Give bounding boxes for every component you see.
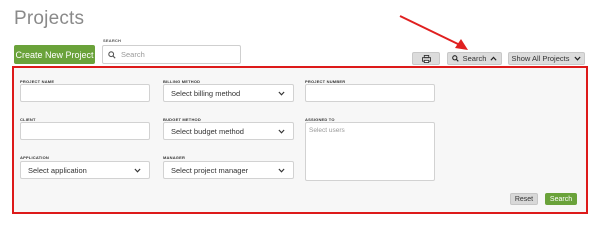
project-number-field[interactable]	[305, 84, 435, 102]
create-project-button[interactable]: Create New Project	[14, 45, 95, 64]
search-icon	[451, 55, 459, 62]
application-select-value: Select application	[28, 165, 87, 175]
chevron-down-icon	[278, 91, 285, 96]
application-label: APPLICATION	[20, 155, 50, 160]
show-all-projects-label: Show All Projects	[511, 54, 570, 63]
chevron-down-icon	[134, 168, 141, 173]
search-submit-button[interactable]: Search	[545, 193, 577, 205]
chevron-down-icon	[574, 56, 582, 61]
billing-method-select[interactable]: Select billing method	[163, 84, 294, 102]
search-icon	[108, 50, 116, 59]
billing-method-select-value: Select billing method	[171, 88, 241, 98]
search-toggle-label: Search	[462, 54, 487, 63]
project-name-field[interactable]	[20, 84, 150, 102]
page-title: Projects	[14, 8, 85, 29]
print-button[interactable]	[412, 52, 440, 65]
manager-label: MANAGER	[163, 155, 186, 160]
chevron-up-icon	[490, 56, 497, 61]
chevron-down-icon	[278, 168, 285, 173]
show-all-projects-dropdown[interactable]: Show All Projects	[508, 52, 585, 65]
search-box[interactable]	[102, 45, 241, 64]
budget-method-select[interactable]: Select budget method	[163, 122, 294, 140]
chevron-down-icon	[278, 129, 285, 134]
manager-select[interactable]: Select project manager	[163, 161, 294, 179]
search-toggle-button[interactable]: Search	[447, 52, 502, 65]
search-input[interactable]	[121, 50, 231, 59]
search-caption: SEARCH	[103, 38, 122, 43]
assigned-to-select[interactable]: Select users	[305, 122, 435, 181]
budget-method-select-value: Select budget method	[171, 126, 244, 136]
manager-select-value: Select project manager	[171, 165, 249, 175]
application-select[interactable]: Select application	[20, 161, 150, 179]
reset-button[interactable]: Reset	[510, 193, 538, 205]
client-field[interactable]	[20, 122, 150, 140]
printer-icon	[421, 54, 431, 63]
annotation-arrow	[399, 15, 468, 50]
